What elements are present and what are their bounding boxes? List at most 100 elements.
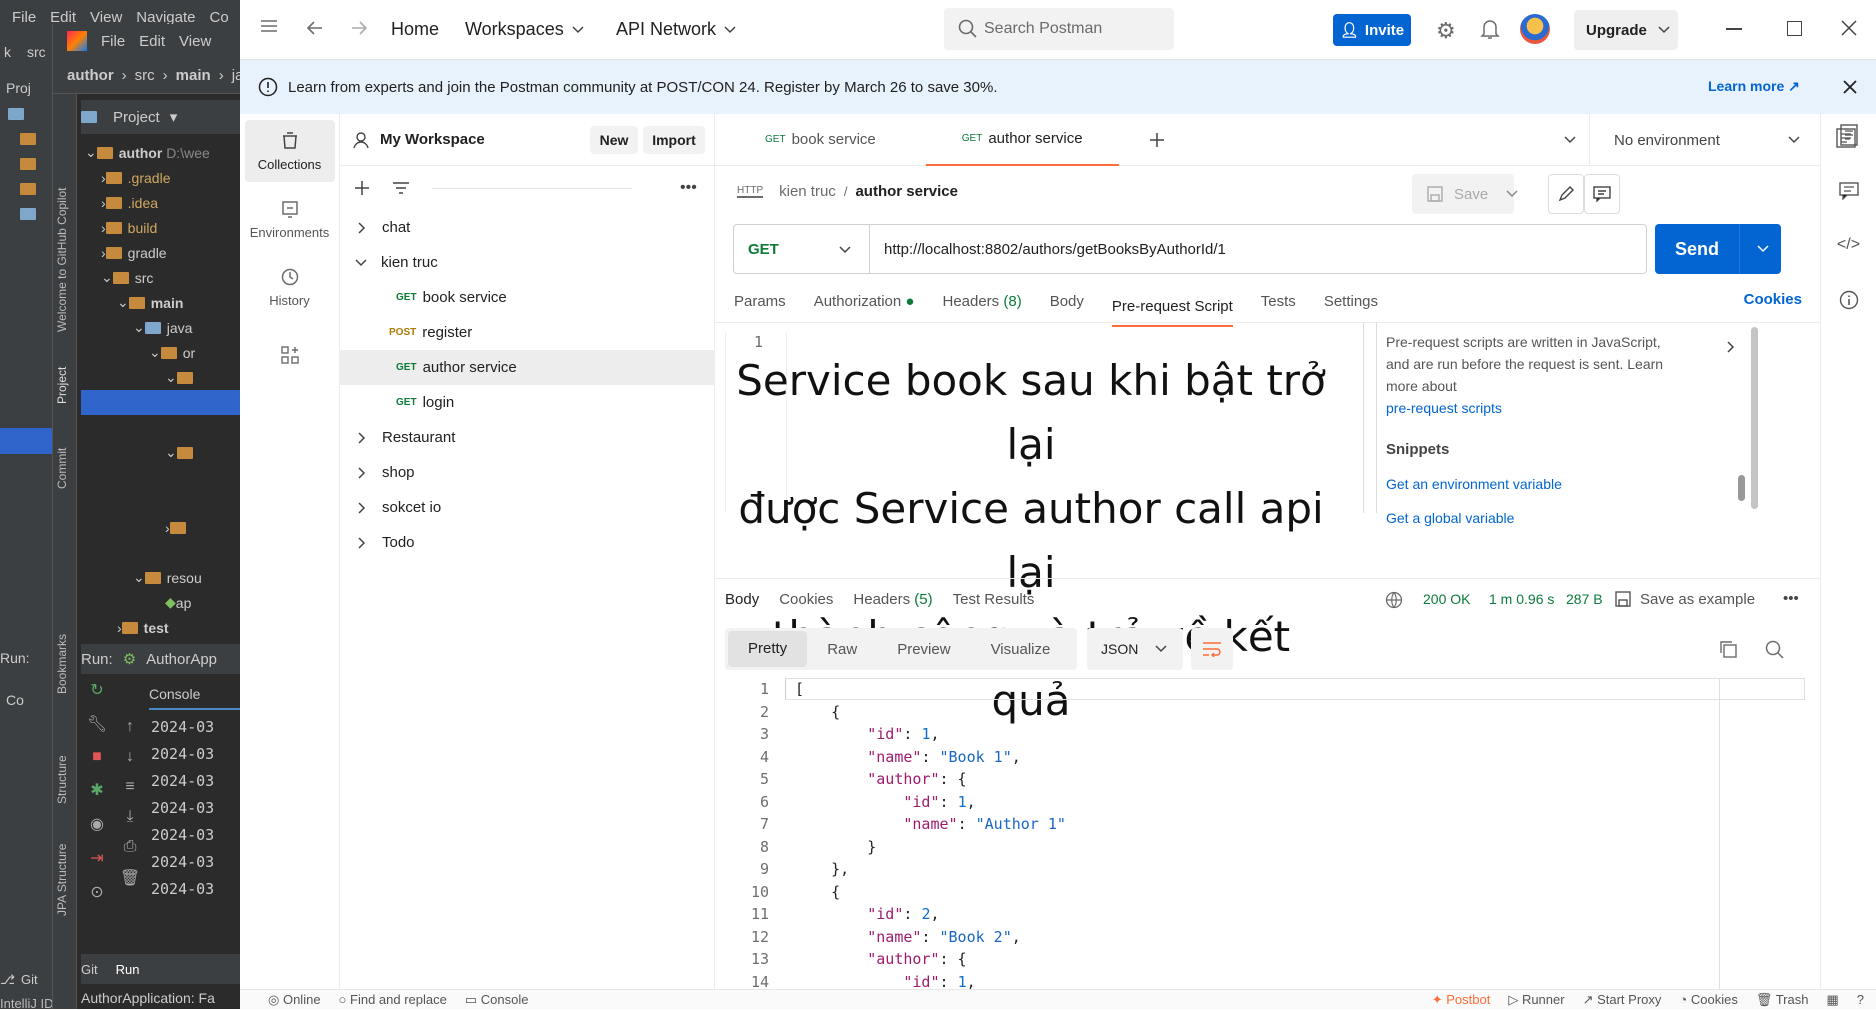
format-select[interactable]: JSON xyxy=(1087,628,1183,670)
close-banner-icon[interactable] xyxy=(1842,79,1858,95)
close-window-icon[interactable] xyxy=(1840,19,1858,37)
rail-environments[interactable]: Environments xyxy=(245,188,335,250)
collection-sokcet-io[interactable]: sokcet io xyxy=(340,490,714,525)
learn-more-link[interactable]: Learn more ↗ xyxy=(1708,78,1800,95)
resp-tab-cookies[interactable]: Cookies xyxy=(779,591,833,608)
ide-menu-edit[interactable]: Edit xyxy=(50,9,76,26)
subtab-authorization[interactable]: Authorization ● xyxy=(814,293,915,310)
collection-kien-truc[interactable]: kien truc xyxy=(340,245,714,280)
view-visualize[interactable]: Visualize xyxy=(971,641,1071,658)
hamburger-menu-icon[interactable] xyxy=(260,18,278,34)
ide-sidetab-structure[interactable]: Structure xyxy=(55,734,75,804)
new-tab-icon[interactable] xyxy=(1149,132,1165,148)
ide-project-header[interactable]: Project ▾ xyxy=(81,100,240,134)
help-scrollbar[interactable] xyxy=(1738,475,1745,501)
more-options-icon[interactable]: ••• xyxy=(680,179,697,197)
status-cookies[interactable]: ◔ Cookies xyxy=(1679,992,1737,1007)
ide-menu-view[interactable]: View xyxy=(90,9,122,26)
status-console[interactable]: ▭ Console xyxy=(465,992,529,1008)
response-size[interactable]: 287 B xyxy=(1566,591,1603,607)
ide-sidetab-jpa[interactable]: JPA Structure xyxy=(55,836,75,916)
prerequest-docs-link[interactable]: pre-request scripts xyxy=(1386,400,1502,416)
maximize-icon[interactable] xyxy=(1787,21,1802,36)
send-button[interactable]: Send xyxy=(1655,224,1781,274)
nav-workspaces[interactable]: Workspaces xyxy=(465,19,584,40)
script-editor[interactable]: 1 Service book sau khi bật trở lại được … xyxy=(725,331,1363,725)
runner-panel-icon[interactable] xyxy=(1836,128,1856,148)
ide-menu-code[interactable]: Co xyxy=(209,9,228,26)
environment-select[interactable]: No environment xyxy=(1589,114,1820,166)
collection-restaurant[interactable]: Restaurant xyxy=(340,420,714,455)
subtab-settings[interactable]: Settings xyxy=(1324,293,1378,310)
resp-tab-headers[interactable]: Headers (5) xyxy=(853,591,932,608)
subtab-params[interactable]: Params xyxy=(734,293,786,310)
ide-console-tab[interactable]: Console xyxy=(149,680,240,710)
rail-more[interactable] xyxy=(245,324,335,386)
ide-tab-run[interactable]: Run xyxy=(116,962,140,977)
ide-tab-git[interactable]: Git xyxy=(81,962,98,977)
ide-sidetab-project[interactable]: Project xyxy=(55,344,75,404)
invite-button[interactable]: 👤︎ Invite xyxy=(1333,14,1411,46)
editor-scrollbar[interactable] xyxy=(1751,327,1758,509)
chevron-down-icon[interactable] xyxy=(1757,245,1769,253)
url-input[interactable]: http://localhost:8802/authors/getBooksBy… xyxy=(869,224,1647,274)
scroll-end-icon[interactable]: ⤓ xyxy=(126,808,133,826)
snippet-env-var[interactable]: Get an environment variable xyxy=(1386,473,1686,495)
collection-todo[interactable]: Todo xyxy=(340,525,714,560)
add-collection-icon[interactable] xyxy=(354,180,370,196)
layout-icon[interactable]: ▦ xyxy=(1826,992,1838,1008)
view-raw[interactable]: Raw xyxy=(807,641,877,658)
chevron-down-icon[interactable] xyxy=(1506,190,1518,198)
wrap-lines-button[interactable] xyxy=(1191,628,1233,670)
new-button[interactable]: New xyxy=(590,126,638,154)
search-box[interactable]: Search Postman xyxy=(944,8,1174,50)
collection-shop[interactable]: shop xyxy=(340,455,714,490)
ide2-menu-file[interactable]: File xyxy=(101,33,125,50)
ide-menu-navigate[interactable]: Navigate xyxy=(136,9,195,26)
request-login[interactable]: GET login xyxy=(340,385,714,420)
status-runner[interactable]: ▷ Runner xyxy=(1508,992,1564,1008)
ide-git-left[interactable]: ⎇ Git xyxy=(0,972,38,988)
status-online[interactable]: ◎ Online xyxy=(268,992,321,1008)
settings-gear-icon[interactable]: ⚙ xyxy=(1436,18,1456,44)
request-register[interactable]: POST register xyxy=(340,315,714,350)
tab-author-service[interactable]: GET author service xyxy=(925,113,1119,166)
cookies-link[interactable]: Cookies xyxy=(1744,291,1802,308)
subtab-tests[interactable]: Tests xyxy=(1261,293,1296,310)
chevron-right-icon[interactable] xyxy=(1727,341,1735,353)
status-code[interactable]: 200 OK xyxy=(1423,591,1470,607)
ide-sidetab-copilot[interactable]: Welcome to GitHub Copilot xyxy=(55,132,75,332)
import-button[interactable]: Import xyxy=(643,126,705,154)
breadcrumb-collection[interactable]: kien truc xyxy=(779,183,836,200)
more-options-icon[interactable]: ••• xyxy=(1783,590,1799,607)
snippet-global-var[interactable]: Get a global variable xyxy=(1386,507,1686,529)
save-example-button[interactable]: Save as example xyxy=(1614,590,1755,608)
response-time[interactable]: 1 m 0.96 s xyxy=(1489,591,1554,607)
print-icon[interactable]: ⎙ xyxy=(124,838,137,856)
edit-button[interactable] xyxy=(1548,174,1584,214)
debug-icon[interactable]: ✱ xyxy=(90,780,103,800)
camera-icon[interactable]: ◉ xyxy=(90,814,104,834)
avatar[interactable] xyxy=(1520,14,1550,44)
minimize-icon[interactable] xyxy=(1726,28,1742,30)
rail-history[interactable]: History xyxy=(245,256,335,318)
resp-tab-test-results[interactable]: Test Results xyxy=(953,591,1035,608)
nav-api-network[interactable]: API Network xyxy=(616,19,736,40)
info-icon[interactable] xyxy=(1839,290,1859,310)
ide2-menu-view[interactable]: View xyxy=(179,33,211,50)
nav-home[interactable]: Home xyxy=(391,19,439,40)
filter-icon[interactable] xyxy=(392,181,410,195)
chevron-down-icon[interactable] xyxy=(1658,26,1670,34)
view-pretty[interactable]: Pretty xyxy=(728,631,808,667)
tabs-overflow-chevron-icon[interactable] xyxy=(1564,136,1576,144)
method-select[interactable]: GET xyxy=(733,224,869,274)
collection-chat[interactable]: chat xyxy=(340,210,714,245)
forward-arrow-icon[interactable] xyxy=(350,20,368,36)
ide2-menu-edit[interactable]: Edit xyxy=(139,33,165,50)
status-trash[interactable]: 🗑︎ Trash xyxy=(1756,992,1809,1008)
request-book-service[interactable]: GET book service xyxy=(340,280,714,315)
notification-bell-icon[interactable] xyxy=(1480,18,1500,40)
request-author-service[interactable]: GET author service xyxy=(340,350,714,385)
soft-wrap-icon[interactable]: ≡ xyxy=(125,778,134,796)
pin-icon[interactable]: ⊙ xyxy=(90,882,103,902)
